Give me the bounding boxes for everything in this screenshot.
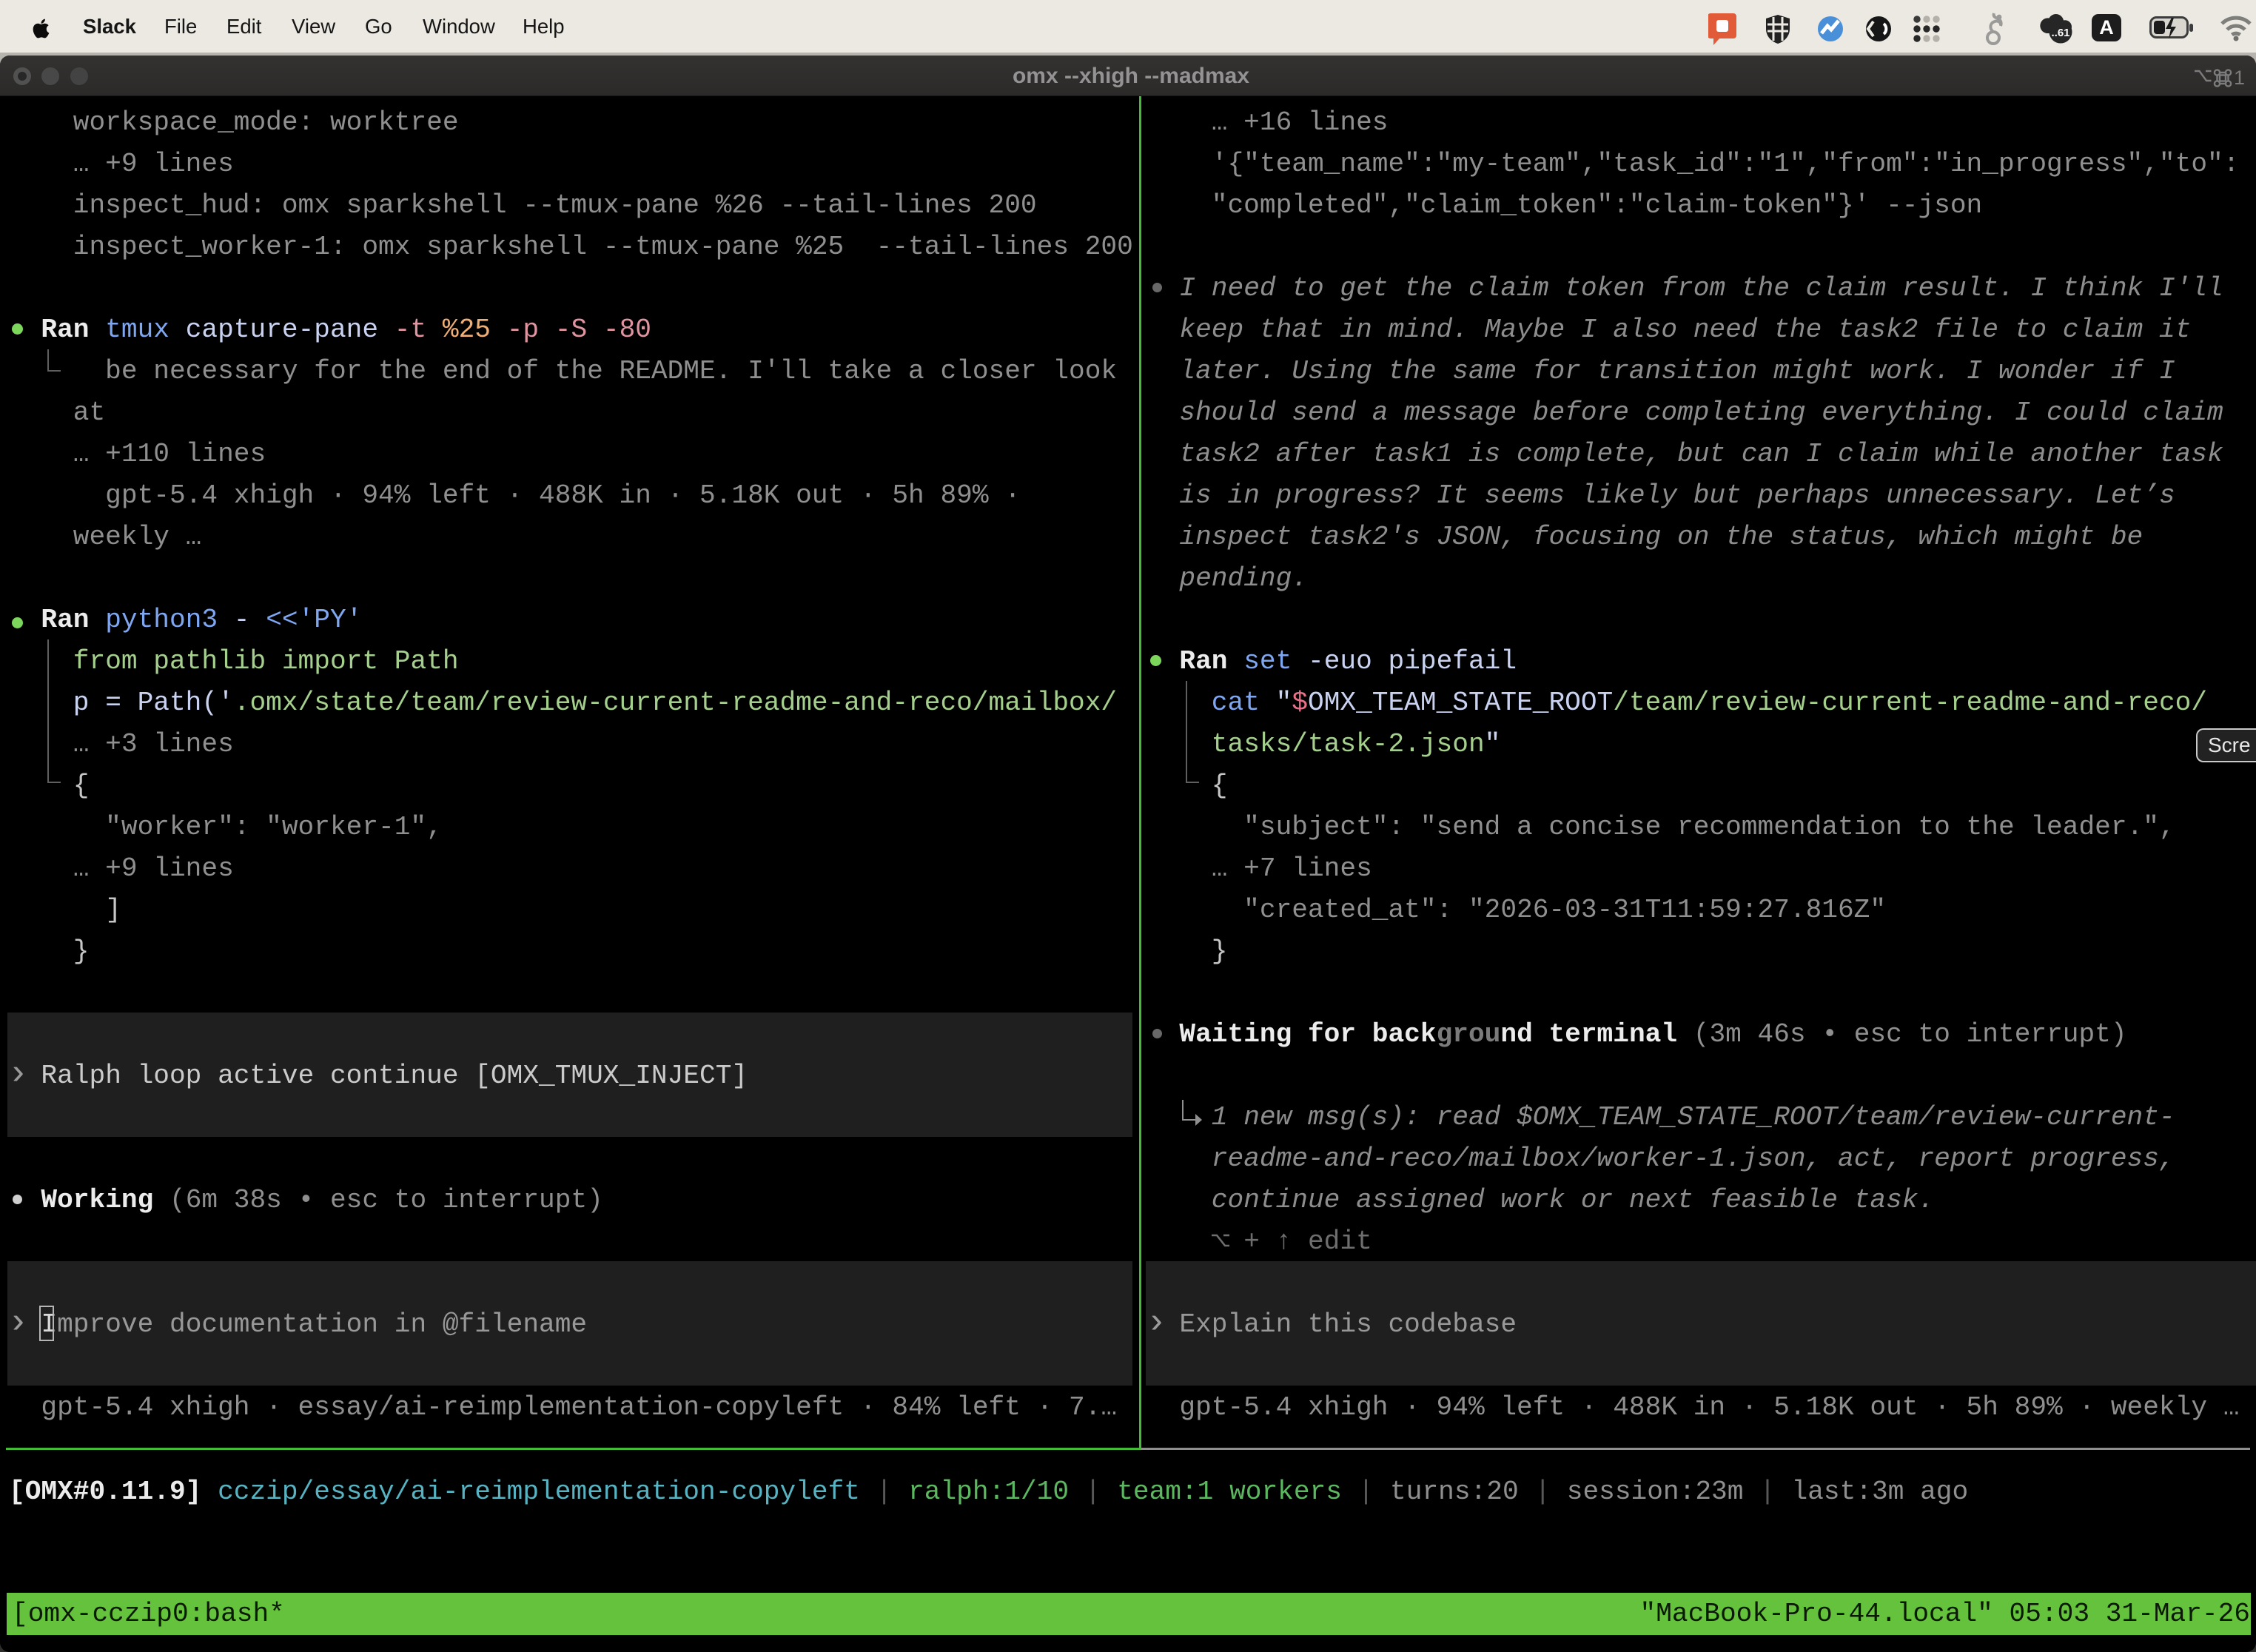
svg-text:1: 1 <box>2234 67 2245 87</box>
svg-text:..61: ..61 <box>2051 27 2069 39</box>
